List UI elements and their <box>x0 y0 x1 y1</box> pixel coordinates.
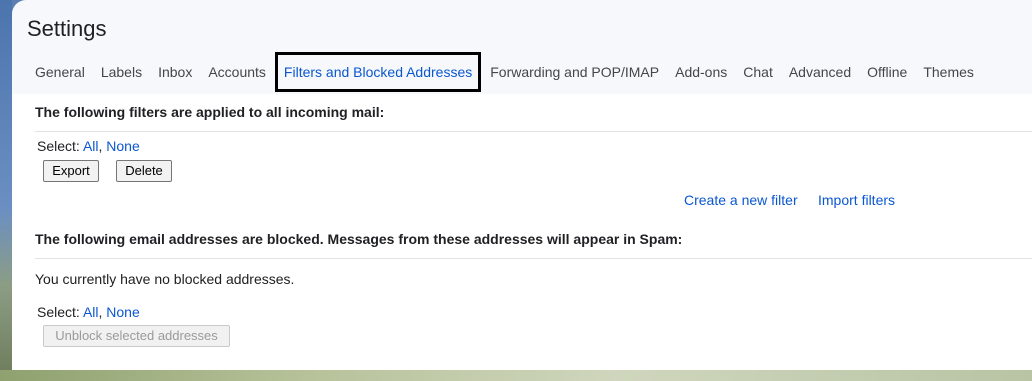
tab-inbox[interactable]: Inbox <box>150 52 200 92</box>
tab-themes[interactable]: Themes <box>915 52 982 92</box>
filters-divider <box>35 131 1032 132</box>
filters-select-label: Select: <box>37 138 80 154</box>
blocked-select-all-link[interactable]: All <box>83 304 99 320</box>
export-button[interactable]: Export <box>43 160 99 182</box>
blocked-select-separator: , <box>98 304 103 320</box>
create-new-filter-link[interactable]: Create a new filter <box>684 192 798 208</box>
tab-advanced[interactable]: Advanced <box>781 52 859 92</box>
tab-accounts[interactable]: Accounts <box>200 52 274 92</box>
blocked-select-none-link[interactable]: None <box>106 304 139 320</box>
background-wallpaper-bottom <box>0 370 1032 381</box>
settings-content: The following filters are applied to all… <box>12 94 1032 370</box>
tab-offline[interactable]: Offline <box>859 52 915 92</box>
tab-labels[interactable]: Labels <box>93 52 150 92</box>
filters-select-all-link[interactable]: All <box>83 138 99 154</box>
tab-forwarding-pop-imap[interactable]: Forwarding and POP/IMAP <box>482 52 667 92</box>
settings-tabs: General Labels Inbox Accounts Filters an… <box>27 52 982 92</box>
tab-add-ons[interactable]: Add-ons <box>667 52 735 92</box>
tab-filters-and-blocked-addresses[interactable]: Filters and Blocked Addresses <box>274 52 482 92</box>
unblock-selected-addresses-button[interactable]: Unblock selected addresses <box>43 325 230 347</box>
blocked-select-row: Select: All, None <box>37 304 140 320</box>
background-wallpaper-left <box>0 0 12 381</box>
blocked-heading: The following email addresses are blocke… <box>35 231 683 247</box>
blocked-select-label: Select: <box>37 304 80 320</box>
blocked-divider <box>35 258 1032 259</box>
filters-select-separator: , <box>98 138 103 154</box>
page-title: Settings <box>27 16 107 41</box>
import-filters-link[interactable]: Import filters <box>818 192 895 208</box>
filters-select-none-link[interactable]: None <box>106 138 139 154</box>
no-blocked-addresses-message: You currently have no blocked addresses. <box>35 271 295 287</box>
tab-chat[interactable]: Chat <box>735 52 781 92</box>
tab-general[interactable]: General <box>27 52 93 92</box>
filters-select-row: Select: All, None <box>37 138 140 154</box>
delete-button[interactable]: Delete <box>116 160 172 182</box>
filters-heading: The following filters are applied to all… <box>35 104 385 120</box>
